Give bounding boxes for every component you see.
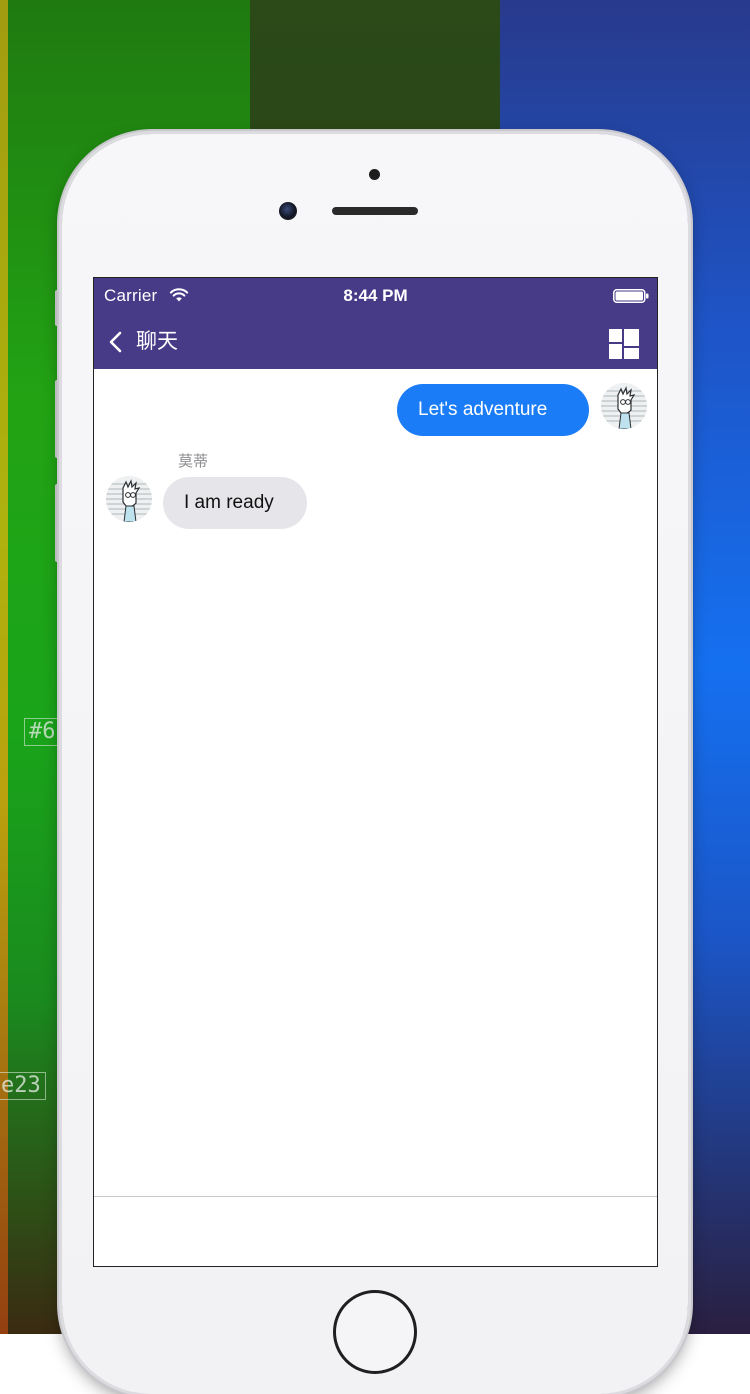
sender-name: 莫蒂	[178, 453, 209, 470]
volume-down-button	[55, 484, 60, 562]
proximity-sensor	[369, 169, 380, 180]
home-button[interactable]	[333, 1290, 417, 1374]
status-time: 8:44 PM	[343, 286, 408, 305]
edge-glow	[0, 0, 8, 1334]
my-avatar[interactable]	[601, 383, 647, 429]
page-title: 聊天	[136, 330, 178, 353]
message-composer	[94, 1196, 657, 1266]
avatar-sketch-icon	[601, 383, 647, 429]
back-button[interactable]: 聊天	[106, 326, 178, 358]
power-button	[688, 380, 693, 460]
chevron-left-icon	[109, 331, 122, 353]
mute-switch	[55, 290, 60, 326]
message-list[interactable]: Let's adventure 莫蒂 I am ready	[94, 369, 657, 1196]
front-camera-icon	[279, 202, 297, 220]
volume-up-button	[55, 380, 60, 458]
status-bar: Carrier 8:44 PM	[94, 278, 657, 314]
avatar-sketch-icon	[106, 476, 152, 522]
hex-label-top: #6	[24, 718, 61, 746]
message-input[interactable]	[94, 1197, 657, 1266]
outgoing-message-bubble[interactable]: Let's adventure	[397, 384, 589, 436]
incoming-message-bubble[interactable]: I am ready	[163, 477, 307, 529]
app-screen: Carrier 8:44 PM 聊天 Let's adventure 莫蒂 I …	[93, 277, 658, 1267]
layout-grid-icon[interactable]	[609, 329, 639, 359]
hex-label-bottom: e23	[0, 1072, 46, 1100]
battery-icon	[613, 289, 649, 303]
navigation-bar: Carrier 8:44 PM 聊天	[94, 278, 657, 369]
earpiece-speaker	[332, 207, 418, 215]
contact-avatar[interactable]	[106, 476, 152, 522]
